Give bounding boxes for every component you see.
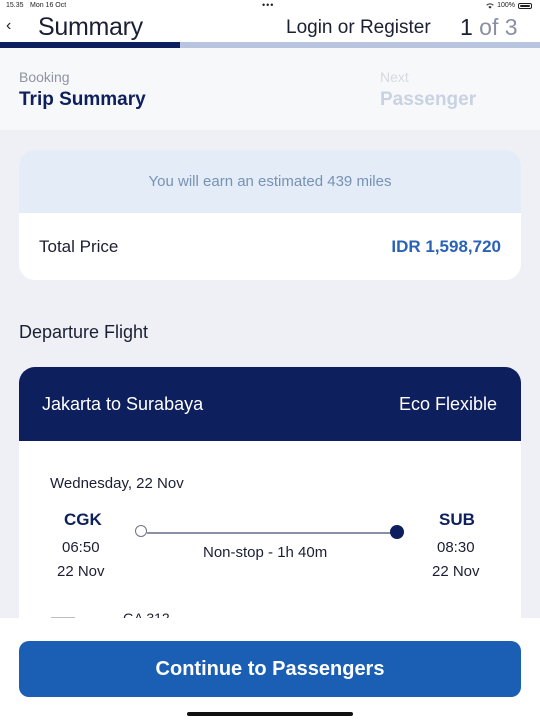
origin-time: 06:50 [62, 539, 100, 556]
flight-duration: Non-stop - 1h 40m [203, 544, 328, 561]
step-counter-current: 1 [460, 14, 473, 40]
origin-dot-icon [135, 525, 147, 537]
step-indicator: Booking Trip Summary Next Passenger [0, 48, 540, 130]
continue-to-passengers-button[interactable]: Continue to Passengers [19, 641, 521, 697]
destination-date: 22 Nov [432, 563, 480, 580]
flight-card-header: Jakarta to Surabaya Eco Flexible [19, 367, 521, 441]
status-time: 15.35 [6, 2, 24, 9]
destination-dot-icon [390, 525, 404, 539]
next-step-name: Passenger [380, 89, 477, 110]
status-bar: 15.35 Mon 16 Oct ••• 100% [0, 0, 540, 12]
battery-icon [518, 2, 532, 9]
total-price-row: Total Price IDR 1,598,720 [19, 213, 521, 280]
status-date: Mon 16 Oct [30, 2, 67, 9]
total-price-value: IDR 1,598,720 [391, 237, 501, 256]
route-line [147, 532, 397, 534]
total-price-label: Total Price [39, 237, 119, 256]
fare-type: Eco Flexible [398, 394, 497, 414]
status-right: 100% [486, 2, 532, 9]
wifi-icon [486, 2, 494, 9]
origin-date: 22 Nov [57, 563, 105, 580]
battery-percent: 100% [497, 2, 515, 9]
destination-time: 08:30 [437, 539, 475, 556]
step-counter: 1 of 3 [460, 14, 518, 41]
app-header: ‹ Summary Login or Register 1 of 3 [0, 12, 540, 42]
departure-section-title: Departure Flight [19, 322, 149, 342]
home-indicator [187, 712, 353, 716]
next-step-caption: Next [380, 69, 409, 85]
bottom-action-bar: Continue to Passengers [0, 618, 540, 720]
miles-estimate-banner: You will earn an estimated 439 miles [19, 150, 521, 213]
current-step-caption: Booking [19, 69, 70, 85]
chevron-left-icon[interactable]: ‹ [6, 14, 20, 38]
page-title: Summary [38, 13, 143, 41]
destination-code: SUB [439, 510, 475, 529]
flight-route: Jakarta to Surabaya [42, 394, 204, 414]
multitask-dots-icon: ••• [262, 0, 275, 10]
origin-code: CGK [64, 510, 102, 529]
current-step-name: Trip Summary [19, 89, 146, 110]
price-summary-card: You will earn an estimated 439 miles Tot… [19, 150, 521, 280]
step-counter-total: of 3 [472, 14, 518, 40]
login-register-link[interactable]: Login or Register [286, 17, 431, 39]
flight-date: Wednesday, 22 Nov [50, 475, 184, 492]
